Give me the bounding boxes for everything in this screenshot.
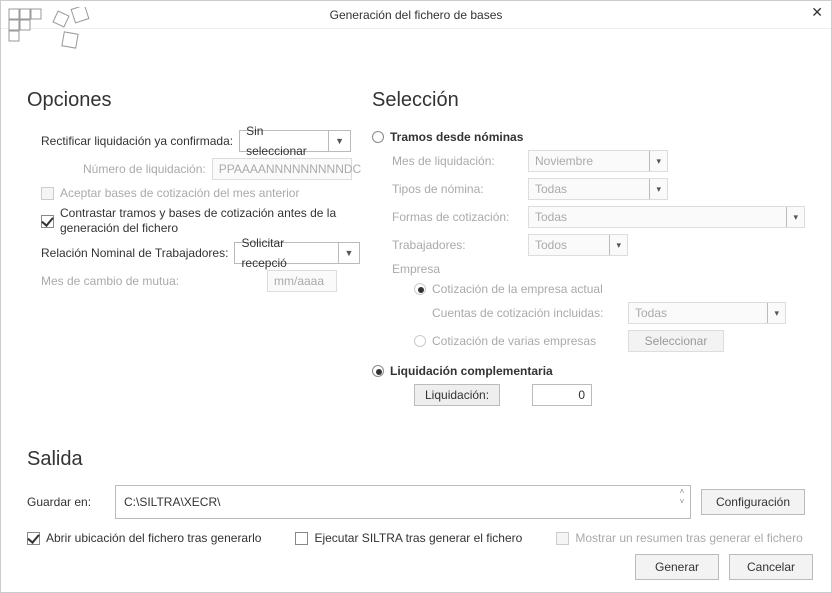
cuentas-label: Cuentas de cotización incluidas: [432,306,622,320]
chevron-down-icon: ▾ [649,179,661,199]
tipos-value: Todas [535,179,567,199]
cot-actual-radio: Cotización de la empresa actual [414,282,603,296]
checkbox-icon [41,187,54,200]
chevron-down-icon: ▾ [786,207,798,227]
ejecutar-siltra-label: Ejecutar SILTRA tras generar el fichero [314,531,522,545]
ejecutar-siltra-checkbox[interactable]: Ejecutar SILTRA tras generar el fichero [295,531,522,545]
num-liquidacion-label: Número de liquidación: [83,162,206,176]
cancelar-button[interactable]: Cancelar [729,554,813,580]
checkbox-icon [41,215,54,228]
formas-select: Todas ▾ [528,206,805,228]
rectificar-value: Sin seleccionar [246,121,322,161]
num-liquidacion-input: PPAAAANNNNNNNNNDC [212,158,352,180]
chevron-up-icon[interactable]: ˄ [676,488,688,496]
rectificar-select[interactable]: Sin seleccionar ▼ [239,130,351,152]
trabajadores-select: Todos ▾ [528,234,628,256]
abrir-ubicacion-checkbox[interactable]: Abrir ubicación del fichero tras generar… [27,531,261,545]
mes-mutua-input: mm/aaaa [267,270,337,292]
checkbox-icon [556,532,569,545]
mostrar-resumen-label: Mostrar un resumen tras generar el fiche… [575,531,802,545]
relacion-select[interactable]: Solicitar recepció ▼ [234,242,360,264]
contrastar-label: Contrastar tramos y bases de cotización … [60,206,350,236]
guardar-label: Guardar en: [27,495,105,509]
formas-value: Todas [535,207,567,227]
configuracion-button[interactable]: Configuración [701,489,805,515]
rectificar-label: Rectificar liquidación ya confirmada: [41,134,233,148]
formas-label: Formas de cotización: [392,210,522,224]
close-icon[interactable]: ✕ [811,5,823,19]
liq-complementaria-label: Liquidación complementaria [390,364,553,378]
mes-mutua-label: Mes de cambio de mutua: [41,274,261,288]
path-stepper[interactable]: ˄ ˅ [676,488,688,506]
radio-icon [372,365,384,377]
relacion-value: Solicitar recepció [241,233,331,273]
seleccionar-button: Seleccionar [628,330,724,352]
liquidacion-button[interactable]: Liquidación: [414,384,500,406]
checkbox-icon [27,532,40,545]
guardar-path-value: C:\SILTRA\XECR\ [124,495,220,509]
cuentas-select: Todas ▾ [628,302,786,324]
generar-button[interactable]: Generar [635,554,719,580]
empresa-label: Empresa [392,262,440,276]
aceptar-bases-label: Aceptar bases de cotización del mes ante… [60,186,299,200]
chevron-down-icon: ▼ [328,131,344,151]
cot-varias-radio: Cotización de varias empresas [414,334,610,348]
mes-liq-value: Noviembre [535,151,593,171]
salida-heading: Salida [27,448,805,471]
cot-varias-label: Cotización de varias empresas [432,334,596,348]
relacion-label: Relación Nominal de Trabajadores: [41,246,228,260]
window-title: Generación del fichero de bases [330,8,503,22]
dialog-footer: Generar Cancelar [635,554,813,580]
liquidacion-value[interactable]: 0 [532,384,592,406]
radio-icon [414,283,426,295]
mes-liq-select: Noviembre ▾ [528,150,668,172]
trabajadores-value: Todos [535,235,567,255]
mostrar-resumen-checkbox: Mostrar un resumen tras generar el fiche… [556,531,802,545]
seleccion-heading: Selección [372,89,805,112]
chevron-down-icon: ▼ [338,243,354,263]
chevron-down-icon: ▾ [609,235,621,255]
tipos-label: Tipos de nómina: [392,182,522,196]
opciones-heading: Opciones [27,89,372,112]
app-logo-icon [7,7,97,57]
tramos-nominas-label: Tramos desde nóminas [390,130,523,144]
checkbox-icon [295,532,308,545]
mes-liq-label: Mes de liquidación: [392,154,522,168]
radio-icon [414,335,426,347]
liq-complementaria-radio[interactable]: Liquidación complementaria [372,364,553,378]
tipos-select: Todas ▾ [528,178,668,200]
tramos-nominas-radio[interactable]: Tramos desde nóminas [372,130,523,144]
radio-icon [372,131,384,143]
contrastar-checkbox[interactable]: Contrastar tramos y bases de cotización … [41,206,350,236]
chevron-down-icon: ▾ [767,303,779,323]
chevron-down-icon: ▾ [649,151,661,171]
cot-actual-label: Cotización de la empresa actual [432,282,603,296]
trabajadores-label: Trabajadores: [392,238,522,252]
title-bar: Generación del fichero de bases ✕ [1,1,831,29]
cuentas-value: Todas [635,303,667,323]
chevron-down-icon[interactable]: ˅ [676,498,688,506]
abrir-ubicacion-label: Abrir ubicación del fichero tras generar… [46,531,261,545]
aceptar-bases-checkbox: Aceptar bases de cotización del mes ante… [41,186,299,200]
guardar-path-input[interactable]: C:\SILTRA\XECR\ ˄ ˅ [115,485,691,519]
